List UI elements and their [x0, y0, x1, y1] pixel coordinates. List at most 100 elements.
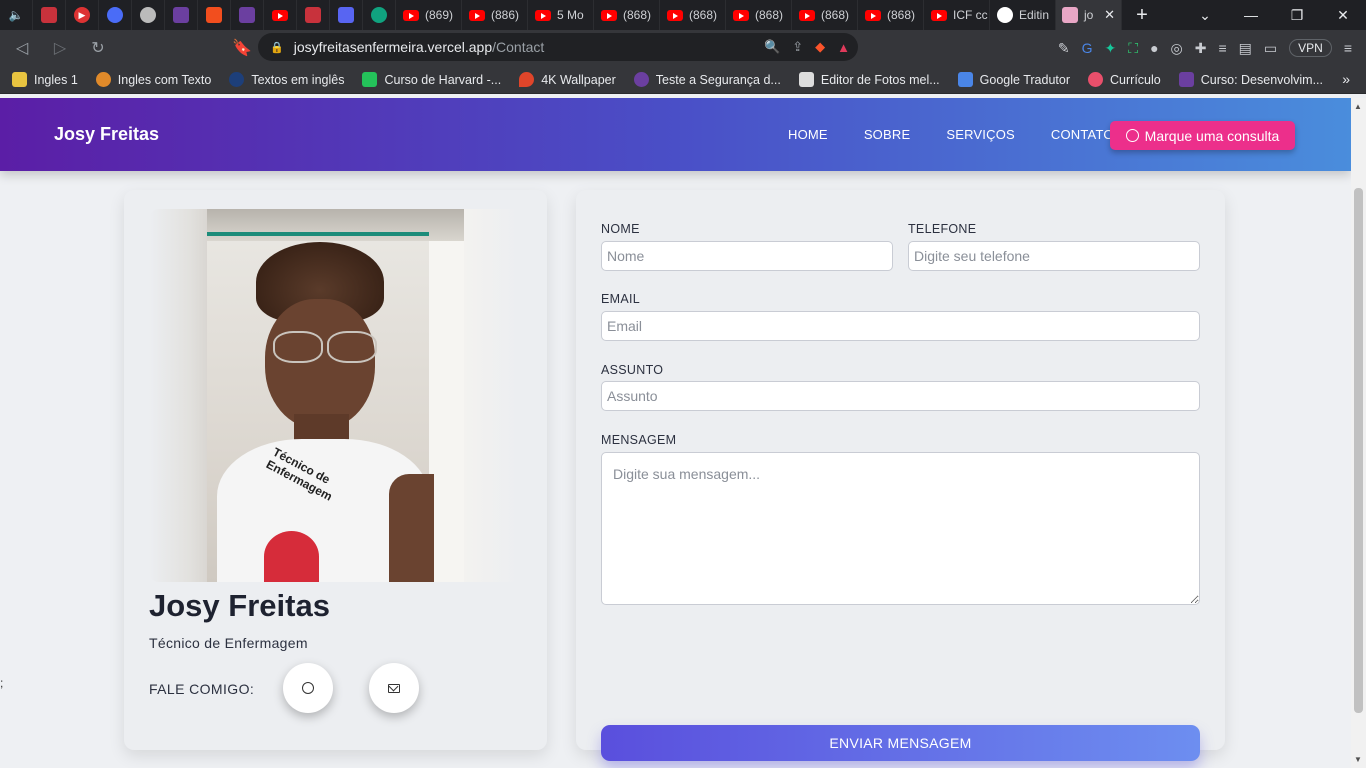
tab-8[interactable] — [264, 0, 297, 30]
brave-rewards-icon[interactable]: ▲ — [837, 40, 850, 55]
tab-icf[interactable]: ICF cc — [924, 0, 990, 30]
minimize-button[interactable]: — — [1228, 0, 1274, 30]
tab-audio[interactable]: 🔈 — [0, 0, 33, 30]
tab-active[interactable]: jo ✕ — [1056, 0, 1122, 30]
bookmark-label: Textos em inglês — [251, 72, 345, 87]
tab-github[interactable]: Editin — [990, 0, 1056, 30]
tab-11[interactable] — [363, 0, 396, 30]
menu-icon[interactable]: ≡ — [1344, 40, 1352, 56]
url-field[interactable]: 🔒 josyfreitasenfermeira.vercel.app/Conta… — [258, 33, 858, 61]
screenshot-extension-icon[interactable]: ⛶ — [1128, 40, 1138, 57]
tab-youtube-3[interactable]: 5 Mo — [528, 0, 594, 30]
figma-icon — [206, 7, 222, 23]
bookmark-item[interactable]: Textos em inglês — [229, 72, 344, 87]
scroll-up-icon[interactable]: ▲ — [1354, 102, 1362, 111]
bookmark-item[interactable]: Teste a Segurança d... — [633, 72, 781, 87]
youtube-icon — [403, 9, 419, 21]
bookmark-item[interactable]: Curso: Desenvolvim... — [1178, 72, 1323, 87]
brave-shield-icon[interactable]: ◆ — [815, 39, 825, 55]
bookmark-item[interactable]: 4K Wallpaper — [519, 72, 616, 87]
tab-youtube-6[interactable]: (868) — [726, 0, 792, 30]
tab-youtube-5[interactable]: (868) — [660, 0, 726, 30]
send-message-button[interactable]: ENVIAR MENSAGEM — [601, 725, 1200, 761]
book-appointment-button[interactable]: Marque uma consulta — [1110, 121, 1295, 150]
restore-button[interactable]: ❐ — [1274, 0, 1320, 30]
email-button[interactable] — [369, 663, 419, 713]
url-host: josyfreitasenfermeira.vercel.app — [293, 39, 493, 55]
lock-icon: 🔒 — [270, 41, 284, 54]
bookmark-ball-icon — [95, 72, 111, 87]
reload-button[interactable]: ↻ — [82, 32, 114, 64]
tab-youtube-1[interactable]: (869) — [396, 0, 462, 30]
zoom-icon[interactable]: 🔍 — [764, 39, 780, 55]
bookmark-r-icon — [1178, 72, 1194, 87]
nav-home-link[interactable]: HOME — [788, 127, 828, 142]
sidebar-icon[interactable]: ▤ — [1239, 40, 1252, 57]
bookmark-page-button[interactable]: 🔖 — [226, 32, 258, 64]
playlist-icon[interactable]: ≡ — [1219, 40, 1227, 56]
scroll-down-icon[interactable]: ▼ — [1354, 755, 1362, 764]
translate-extension-icon[interactable]: G — [1082, 40, 1093, 56]
tab-6[interactable] — [198, 0, 231, 30]
close-window-button[interactable]: ✕ — [1320, 0, 1366, 30]
back-button[interactable]: ◁ — [6, 32, 38, 64]
tab-9[interactable] — [297, 0, 330, 30]
bookmarks-overflow-button[interactable]: » — [1342, 71, 1350, 87]
tab-5[interactable] — [165, 0, 198, 30]
tab-label: (868) — [689, 8, 718, 22]
bookmark-item[interactable]: Currículo — [1088, 72, 1161, 87]
vpn-button[interactable]: VPN — [1289, 39, 1332, 57]
bookmark-item[interactable]: Ingles 1 — [12, 72, 78, 87]
tab-3[interactable] — [99, 0, 132, 30]
forward-button[interactable]: ▷ — [44, 32, 76, 64]
nav-servicos-link[interactable]: SERVIÇOS — [946, 127, 1015, 142]
tab-search-button[interactable]: ⌄ — [1182, 0, 1228, 30]
pen-extension-icon[interactable]: ✎ — [1058, 40, 1070, 57]
tab-youtube-8[interactable]: (868) — [858, 0, 924, 30]
photo-blur-right — [464, 209, 519, 582]
wallet-icon[interactable]: ▭ — [1264, 40, 1277, 57]
bookmark-label: Ingles 1 — [34, 72, 78, 87]
puzzle-icon[interactable]: ✚ — [1195, 40, 1207, 57]
site-brand[interactable]: Josy Freitas — [54, 124, 159, 145]
nav-contato-link[interactable]: CONTATO — [1051, 127, 1114, 142]
chat-icon — [338, 7, 354, 23]
tab-1[interactable] — [33, 0, 66, 30]
new-tab-button[interactable]: + — [1122, 0, 1162, 30]
whatsapp-button[interactable] — [283, 663, 333, 713]
close-tab-icon[interactable]: ✕ — [1104, 7, 1115, 23]
mouse-extension-icon[interactable]: ● — [1150, 40, 1158, 56]
nome-input[interactable] — [601, 241, 893, 271]
scrollbar-thumb[interactable] — [1354, 188, 1363, 713]
tab-2[interactable]: ▶ — [66, 0, 99, 30]
youtube-icon — [272, 9, 288, 21]
tab-4[interactable] — [132, 0, 165, 30]
share-icon[interactable]: ⇪ — [792, 39, 803, 55]
window-controls: ⌄ — ❐ ✕ — [1182, 0, 1366, 30]
address-bar-row: ◁ ▷ ↻ 🔖 🔒 josyfreitasenfermeira.vercel.a… — [0, 30, 1366, 66]
contact-label: FALE COMIGO: — [149, 681, 255, 697]
page-scrollbar[interactable]: ▲ ▼ — [1351, 98, 1366, 768]
bookmark-app-icon — [362, 72, 378, 87]
bookmark-item[interactable]: Google Tradutor — [957, 72, 1071, 87]
tab-youtube-2[interactable]: (886) — [462, 0, 528, 30]
bookmark-item[interactable]: Curso de Harvard -... — [362, 72, 501, 87]
tab-youtube-7[interactable]: (868) — [792, 0, 858, 30]
omnibox-actions: 🔍 ⇪ ◆ ▲ — [764, 33, 850, 61]
assunto-input[interactable] — [601, 381, 1200, 411]
tab-youtube-4[interactable]: (868) — [594, 0, 660, 30]
tab-7[interactable] — [231, 0, 264, 30]
tab-10[interactable] — [330, 0, 363, 30]
email-input[interactable] — [601, 311, 1200, 341]
tracker-off-extension-icon[interactable]: ◎ — [1171, 40, 1183, 57]
telefone-input[interactable] — [908, 241, 1200, 271]
mensagem-textarea[interactable] — [601, 452, 1200, 605]
tab-label: (868) — [755, 8, 784, 22]
bookmark-item[interactable]: Ingles com Texto — [95, 72, 211, 87]
bookmark-item[interactable]: Editor de Fotos mel... — [798, 72, 940, 87]
leaf-extension-icon[interactable]: ✦ — [1105, 40, 1117, 57]
nav-sobre-link[interactable]: SOBRE — [864, 127, 911, 142]
photo-glasses — [269, 331, 381, 363]
youtube-icon — [601, 9, 617, 21]
bookmark-label: Google Tradutor — [979, 72, 1071, 87]
